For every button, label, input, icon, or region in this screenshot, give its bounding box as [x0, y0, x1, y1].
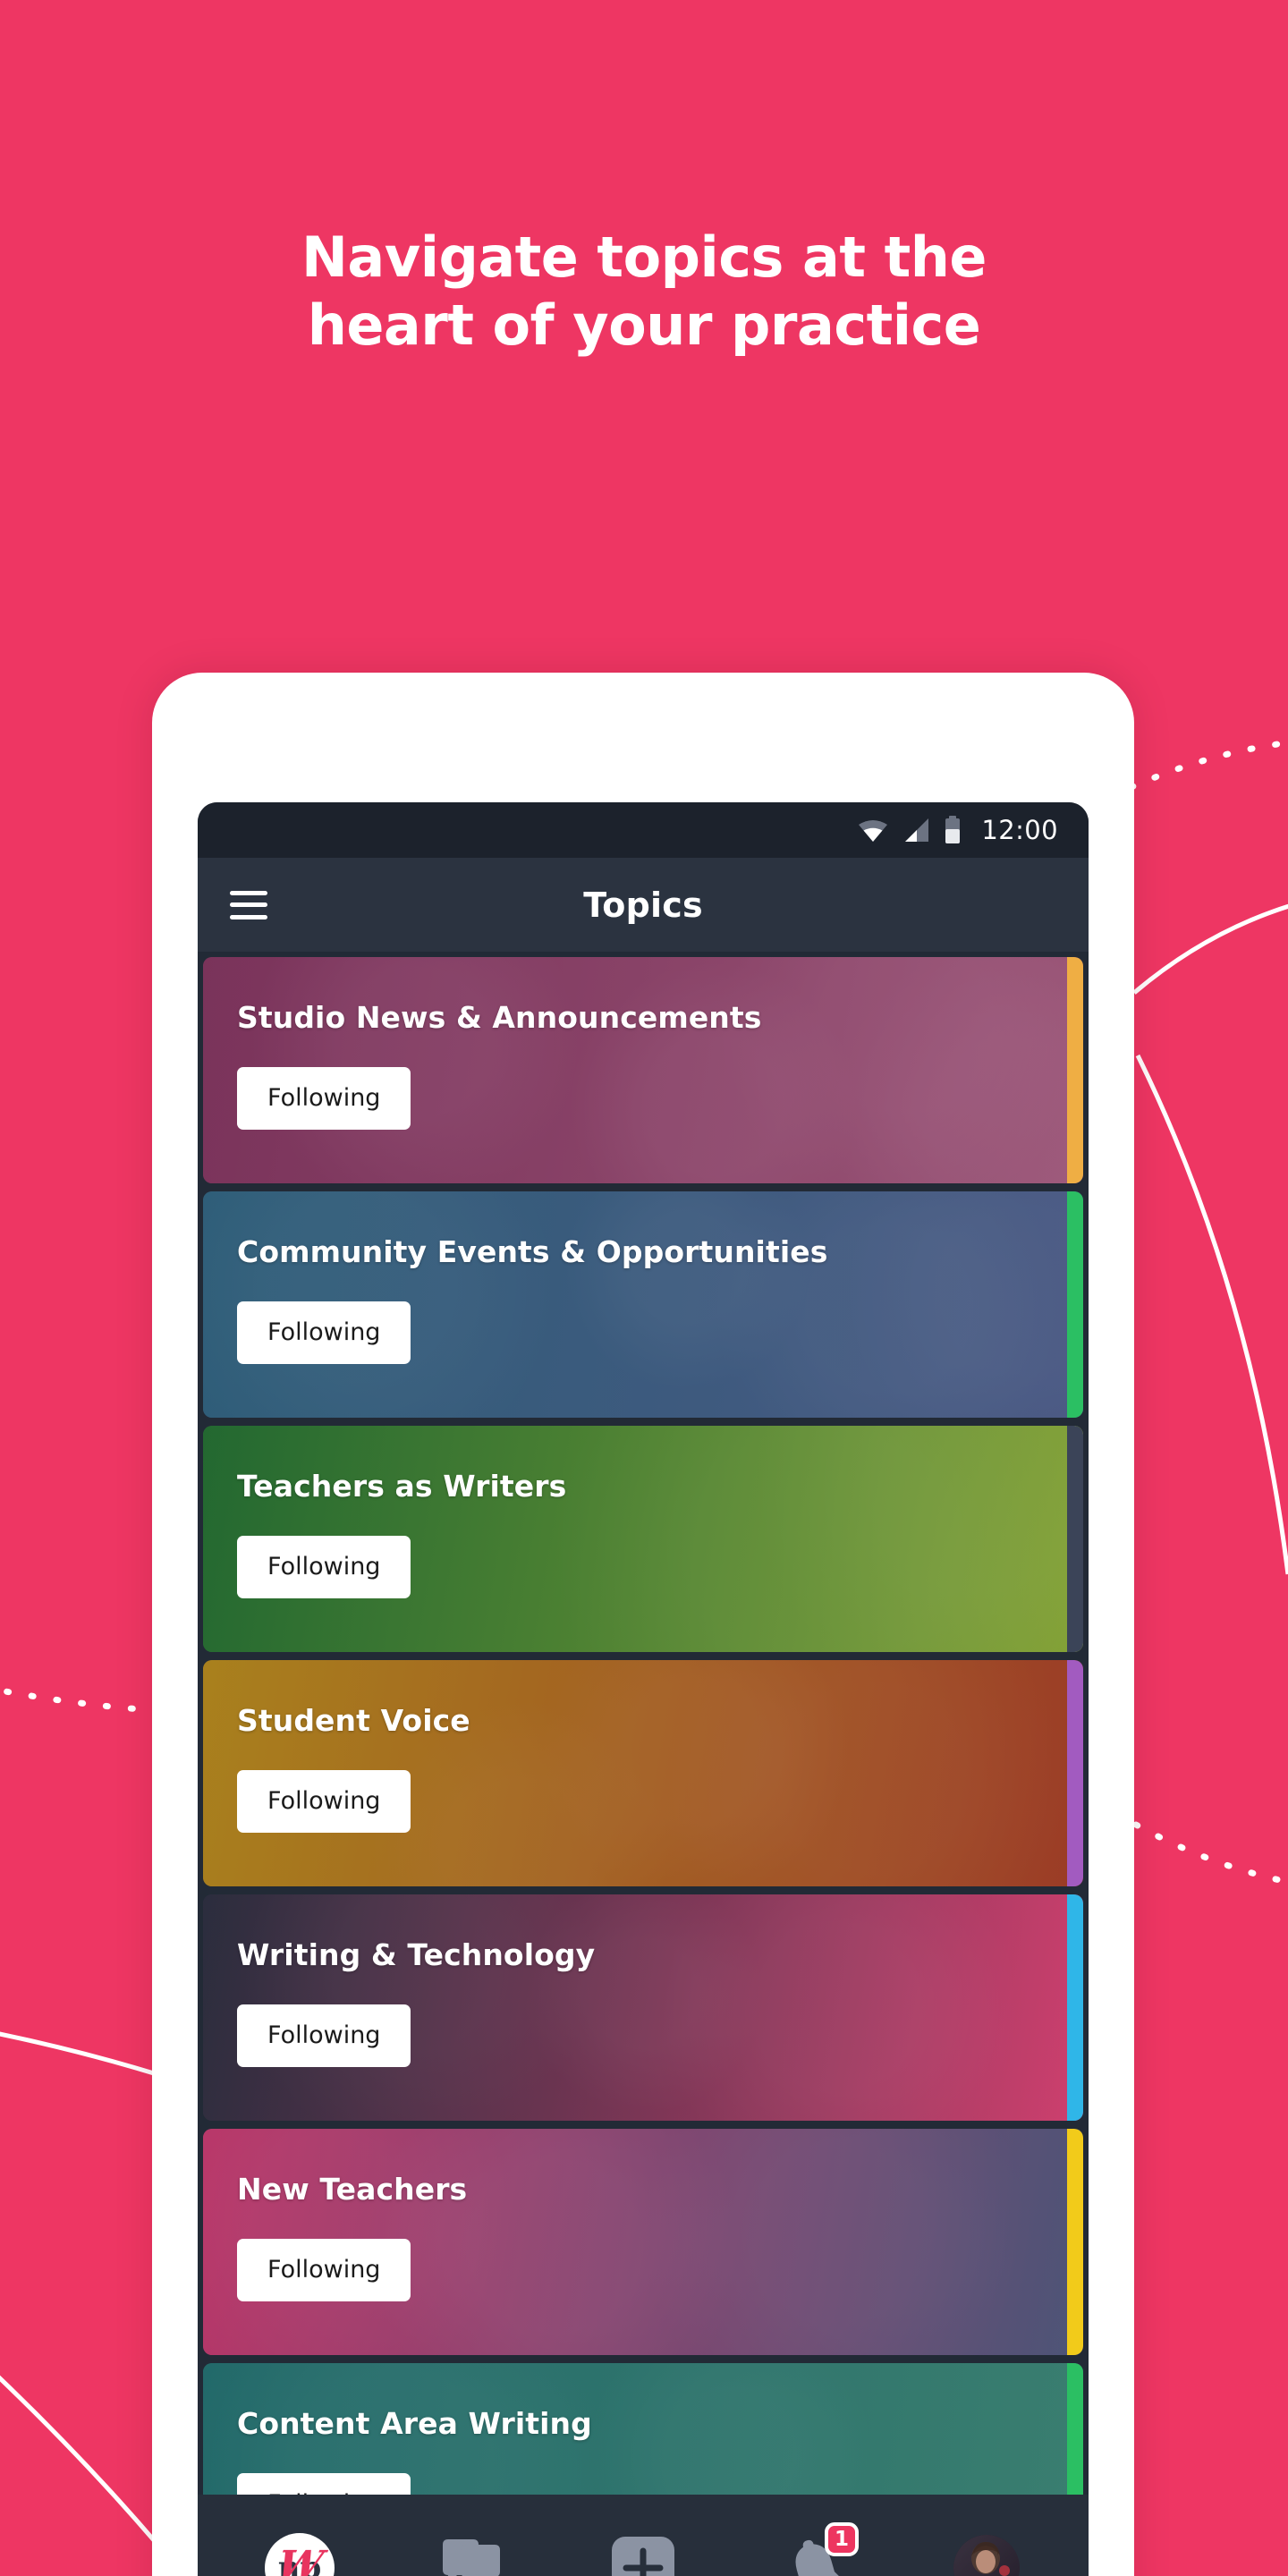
follow-toggle-button[interactable]: Following: [237, 1301, 411, 1364]
cell-signal-icon: [905, 818, 929, 842]
topic-card-accent-stripe: [1067, 1894, 1083, 2121]
topic-list[interactable]: Studio News & Announcements Following Co…: [198, 952, 1089, 2576]
topic-card-body: Community Events & Opportunities Followi…: [237, 1234, 1047, 1364]
topic-card[interactable]: Writing & Technology Following: [203, 1894, 1083, 2121]
follow-toggle-button[interactable]: Following: [237, 1770, 411, 1833]
hamburger-menu-icon[interactable]: [230, 890, 267, 919]
wifi-icon: [859, 820, 888, 842]
topic-card-accent-stripe: [1067, 1426, 1083, 1652]
topic-card-accent-stripe: [1067, 1191, 1083, 1418]
app-bar: Topics: [198, 858, 1089, 952]
topic-card[interactable]: Community Events & Opportunities Followi…: [203, 1191, 1083, 1418]
promo-headline-line-1: Navigate topics at the: [301, 225, 987, 290]
deco-dotted-curve-right-top: [1128, 739, 1288, 791]
topic-card-accent-stripe: [1067, 957, 1083, 1183]
nwp-logo-w: W: [272, 2542, 327, 2576]
deco-curve-right-upper: [1132, 903, 1288, 995]
topic-card[interactable]: Student Voice Following: [203, 1660, 1083, 1886]
bottom-navigation-bar: n W p 1: [198, 2495, 1089, 2576]
follow-toggle-button[interactable]: Following: [237, 2239, 411, 2301]
topic-card-body: Student Voice Following: [237, 1703, 1047, 1833]
topic-card-title: Teachers as Writers: [237, 1469, 567, 1504]
topic-card[interactable]: Studio News & Announcements Following: [203, 957, 1083, 1183]
phone-mockup-frame: 12:00 Topics Studio News & Announcements…: [152, 673, 1134, 2576]
nav-item-create[interactable]: [594, 2519, 692, 2576]
topic-card-body: Writing & Technology Following: [237, 1937, 1047, 2067]
deco-curve-left-upper: [0, 2031, 155, 2076]
topic-card[interactable]: Teachers as Writers Following: [203, 1426, 1083, 1652]
topic-card-title: Writing & Technology: [237, 1937, 596, 1972]
topic-card[interactable]: New Teachers Following: [203, 2129, 1083, 2355]
nav-item-messages[interactable]: [422, 2519, 521, 2576]
topic-card-title: Content Area Writing: [237, 2406, 592, 2441]
profile-avatar: [953, 2534, 1020, 2576]
add-plus-icon: [612, 2536, 674, 2576]
follow-toggle-button[interactable]: Following: [237, 2004, 411, 2067]
promo-headline-line-2: heart of your practice: [307, 292, 981, 358]
topic-card-body: Teachers as Writers Following: [237, 1469, 1047, 1598]
phone-screen: 12:00 Topics Studio News & Announcements…: [198, 802, 1089, 2576]
deco-dotted-curve-left: [0, 1687, 157, 1714]
deco-curve-left-long: [0, 2375, 156, 2542]
topic-card-title: New Teachers: [237, 2172, 468, 2207]
topic-card-accent-stripe: [1067, 2129, 1083, 2355]
topic-card-title: Student Voice: [237, 1703, 470, 1738]
promo-headline: Navigate topics at the heart of your pra…: [0, 224, 1288, 359]
chat-icon: [443, 2538, 500, 2576]
topic-card-body: Studio News & Announcements Following: [237, 1000, 1047, 1130]
follow-toggle-button[interactable]: Following: [237, 1067, 411, 1130]
nav-item-home[interactable]: n W p: [250, 2519, 349, 2576]
status-bar-clock: 12:00: [981, 815, 1058, 845]
topic-card-title: Community Events & Opportunities: [237, 1234, 828, 1269]
avatar-photo: [953, 2534, 1020, 2576]
topic-card-accent-stripe: [1067, 1660, 1083, 1886]
notification-badge-count: 1: [825, 2521, 859, 2556]
nwp-logo-icon: n W p: [265, 2532, 335, 2576]
nav-item-profile[interactable]: [937, 2519, 1036, 2576]
topic-card-title: Studio News & Announcements: [237, 1000, 762, 1035]
nav-item-notifications[interactable]: 1: [766, 2519, 864, 2576]
follow-toggle-button[interactable]: Following: [237, 1536, 411, 1598]
status-bar: 12:00: [198, 802, 1089, 858]
deco-curve-right-long: [1135, 1054, 1288, 1575]
topic-card-body: New Teachers Following: [237, 2172, 1047, 2301]
deco-dotted-curve-right-bottom: [1132, 1821, 1288, 1885]
battery-icon: [945, 816, 961, 843]
page-title: Topics: [583, 885, 703, 925]
